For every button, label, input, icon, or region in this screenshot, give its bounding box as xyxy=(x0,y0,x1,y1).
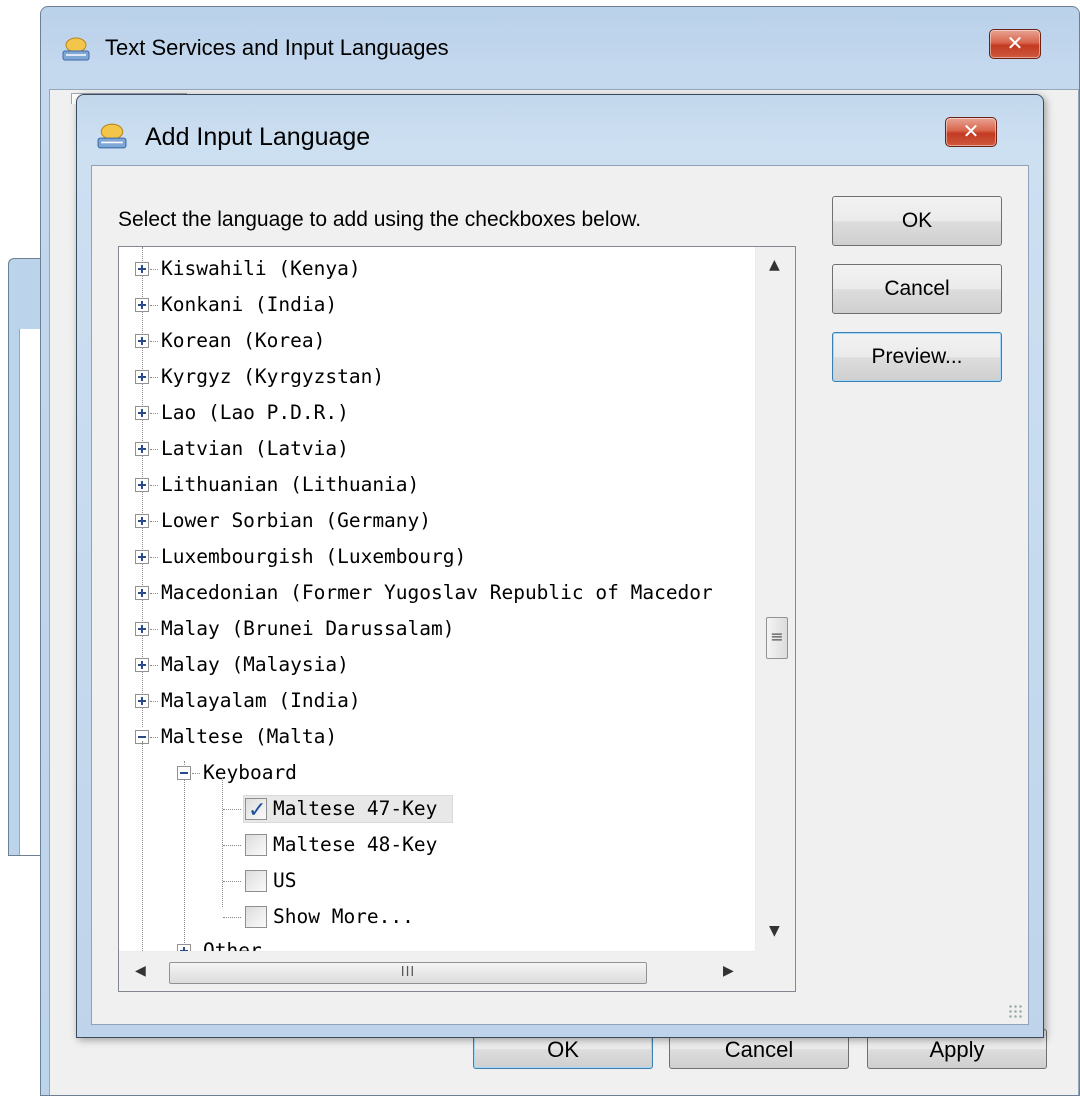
dialog-client-area: Select the language to add using the che… xyxy=(91,165,1029,1025)
tree-item-label: Kiswahili (Kenya) xyxy=(161,257,361,280)
tree-item-label: Lower Sorbian (Germany) xyxy=(161,509,432,532)
checkbox[interactable] xyxy=(245,834,267,856)
scroll-down-icon[interactable]: ▼ xyxy=(769,923,780,939)
tree-item-label: US xyxy=(273,869,297,892)
expand-icon[interactable] xyxy=(135,406,149,420)
tree-view: Kiswahili (Kenya) Konkani (India) Korean… xyxy=(119,247,755,951)
scroll-thumb[interactable]: ≡ xyxy=(766,617,788,659)
collapse-icon[interactable] xyxy=(177,766,191,780)
add-input-language-dialog: Add Input Language ✕ Select the language… xyxy=(76,94,1044,1038)
checkbox[interactable]: ✓ xyxy=(245,798,267,823)
tree-item-label: Keyboard xyxy=(203,761,297,784)
checkmark-icon: ✓ xyxy=(248,798,267,823)
expand-icon[interactable] xyxy=(135,694,149,708)
preview-button[interactable]: Preview... xyxy=(832,332,1002,382)
expand-icon[interactable] xyxy=(135,478,149,492)
horizontal-scrollbar[interactable]: ◀ III ▶ xyxy=(119,951,755,991)
tree-item-label: Maltese 47-Key xyxy=(273,797,438,820)
scroll-right-icon[interactable]: ▶ xyxy=(723,963,734,979)
expand-icon[interactable] xyxy=(135,550,149,564)
keyboard-language-icon xyxy=(97,123,127,149)
tree-item-label: Luxembourgish (Luxembourg) xyxy=(161,545,467,568)
expand-icon[interactable] xyxy=(135,442,149,456)
cancel-button[interactable]: Cancel xyxy=(832,264,1002,314)
ok-button[interactable]: OK xyxy=(832,196,1002,246)
scroll-thumb[interactable]: III xyxy=(169,962,647,984)
expand-icon[interactable] xyxy=(135,586,149,600)
tree-item-label: Lithuanian (Lithuania) xyxy=(161,473,420,496)
background-window-edge xyxy=(8,258,44,856)
scroll-up-icon[interactable]: ▲ xyxy=(769,257,780,273)
resize-grip-icon[interactable] xyxy=(1008,1004,1024,1020)
tree-item-label: Malay (Brunei Darussalam) xyxy=(161,617,455,640)
tree-item-label: Kyrgyz (Kyrgyzstan) xyxy=(161,365,385,388)
tree-item-label: Macedonian (Former Yugoslav Republic of … xyxy=(161,581,713,604)
scroll-left-icon[interactable]: ◀ xyxy=(135,963,146,979)
expand-icon[interactable] xyxy=(135,514,149,528)
tree-item-label: Maltese (Malta) xyxy=(161,725,338,748)
expand-icon[interactable] xyxy=(177,944,191,951)
expand-icon[interactable] xyxy=(135,622,149,636)
close-button[interactable]: ✕ xyxy=(945,117,997,147)
language-tree[interactable]: Kiswahili (Kenya) Konkani (India) Korean… xyxy=(118,246,796,992)
expand-icon[interactable] xyxy=(135,262,149,276)
expand-icon[interactable] xyxy=(135,334,149,348)
close-button[interactable]: ✕ xyxy=(989,29,1041,59)
keyboard-language-icon xyxy=(62,37,90,61)
instruction-text: Select the language to add using the che… xyxy=(118,208,642,231)
scrollbar-corner xyxy=(755,951,795,991)
checkbox[interactable] xyxy=(245,870,267,892)
expand-icon[interactable] xyxy=(135,298,149,312)
dialog-title: Add Input Language xyxy=(145,123,371,151)
keyboard-item-maltese-47[interactable]: ✓ Maltese 47-Key xyxy=(119,791,453,827)
tree-item-label: Lao (Lao P.D.R.) xyxy=(161,401,349,424)
tree-item-label: Konkani (India) xyxy=(161,293,338,316)
tree-item-label: Malayalam (India) xyxy=(161,689,361,712)
tree-item-label: Maltese 48-Key xyxy=(273,833,438,856)
tree-item-label: Show More... xyxy=(273,905,414,928)
expand-icon[interactable] xyxy=(135,658,149,672)
window-title: Text Services and Input Languages xyxy=(105,35,449,60)
tree-item-label: Korean (Korea) xyxy=(161,329,326,352)
tree-item-label: Latvian (Latvia) xyxy=(161,437,349,460)
tree-item-label: Malay (Malaysia) xyxy=(161,653,349,676)
tree-item-label: Other xyxy=(203,939,262,951)
vertical-scrollbar[interactable]: ▲ ≡ ▼ xyxy=(755,247,795,951)
expand-icon[interactable] xyxy=(135,370,149,384)
checkbox[interactable] xyxy=(245,906,267,928)
